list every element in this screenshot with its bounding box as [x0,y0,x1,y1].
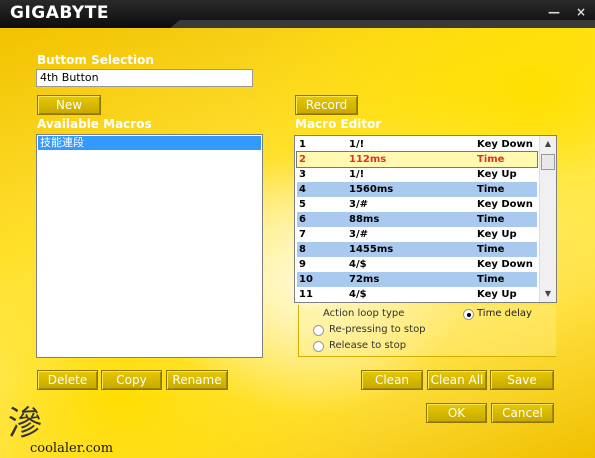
row-value: 1455ms [349,244,394,255]
row-action: Time [477,214,505,225]
release-label[interactable]: Release to stop [329,340,406,351]
watermark-site: coolaler.com [30,441,114,456]
repressing-radio[interactable] [313,325,324,336]
editor-row[interactable]: 10 72ms Time [297,272,537,287]
title-bar-accent [170,20,595,28]
scroll-down-icon[interactable]: ▼ [540,286,556,302]
row-value: 1/! [349,169,365,180]
time-delay-label[interactable]: Time delay [477,308,532,319]
row-action: Time [477,154,505,165]
macro-editor-label: Macro Editor [295,117,382,131]
row-value: 4/$ [349,259,367,270]
row-action: Key Up [477,289,517,300]
row-action: Key Down [477,199,533,210]
row-index: 2 [299,154,306,165]
editor-row-selected[interactable]: 2 112ms Time [296,151,538,168]
row-action: Key Down [477,139,533,150]
editor-row[interactable]: 9 4/$ Key Down [297,257,537,272]
row-value: 1/! [349,139,365,150]
row-value: 4/$ [349,289,367,300]
scroll-thumb[interactable] [541,154,555,170]
row-value: 3/# [349,199,368,210]
row-action: Time [477,274,505,285]
button-selection-field[interactable]: 4th Button [36,69,253,87]
available-macros-label: Available Macros [37,117,152,131]
editor-row[interactable]: 6 88ms Time [297,212,537,227]
row-value: 112ms [349,154,387,165]
row-index: 10 [299,274,313,285]
editor-row[interactable]: 3 1/! Key Up [297,167,537,182]
ok-button[interactable]: OK [426,403,487,423]
row-index: 11 [299,289,313,300]
repressing-label[interactable]: Re-pressing to stop [329,324,426,335]
cancel-button[interactable]: Cancel [491,403,554,423]
new-button[interactable]: New [37,95,101,115]
editor-row[interactable]: 11 4/$ Key Up [297,287,537,302]
row-value: 72ms [349,274,380,285]
editor-row[interactable]: 7 3/# Key Up [297,227,537,242]
editor-row[interactable]: 8 1455ms Time [297,242,537,257]
time-delay-radio[interactable] [463,309,474,320]
row-index: 9 [299,259,306,270]
macro-list-item[interactable]: 技能連段 [38,136,261,150]
row-action: Key Up [477,169,517,180]
row-index: 7 [299,229,306,240]
record-button[interactable]: Record [295,95,358,115]
row-index: 8 [299,244,306,255]
editor-row[interactable]: 5 3/# Key Down [297,197,537,212]
row-index: 1 [299,139,306,150]
copy-button[interactable]: Copy [101,370,162,390]
title-bar: GIGABYTE — × [0,0,595,28]
row-value: 3/# [349,229,368,240]
row-action: Time [477,244,505,255]
scroll-up-icon[interactable]: ▲ [540,136,556,152]
save-button[interactable]: Save [490,370,554,390]
row-index: 6 [299,214,306,225]
close-button[interactable]: × [573,4,589,20]
macro-editor-list[interactable]: 1 1/! Key Down 2 112ms Time 3 1/! Key Up 4 1560… [294,135,557,303]
clean-button[interactable]: Clean [361,370,423,390]
row-action: Key Down [477,259,533,270]
row-index: 4 [299,184,306,195]
action-loop-panel: Action loop type Time delay Re-pressing … [298,305,556,357]
watermark-glyph: 滲 [8,404,42,444]
editor-row[interactable]: 1 1/! Key Down [297,137,537,152]
action-loop-title: Action loop type [323,308,405,319]
row-value: 1560ms [349,184,394,195]
delete-button[interactable]: Delete [37,370,98,390]
editor-scrollbar[interactable]: ▲ ▼ [539,136,556,302]
gigabyte-logo: GIGABYTE [10,3,109,23]
row-index: 3 [299,169,306,180]
available-macros-list[interactable]: 技能連段 [36,134,263,358]
row-index: 5 [299,199,306,210]
minimize-button[interactable]: — [546,4,562,20]
row-value: 88ms [349,214,380,225]
button-selection-label: Buttom Selection [37,53,154,67]
clean-all-button[interactable]: Clean All [427,370,487,390]
row-action: Time [477,184,505,195]
editor-row[interactable]: 4 1560ms Time [297,182,537,197]
release-radio[interactable] [313,341,324,352]
row-action: Key Up [477,229,517,240]
rename-button[interactable]: Rename [166,370,228,390]
